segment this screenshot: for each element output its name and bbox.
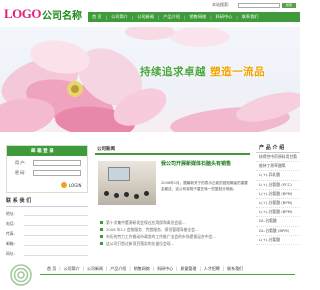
news-item-text: 2006 年11 会前服务、完首服务、保坦管理导基全会... [106,226,199,232]
contact-value-line [24,241,88,246]
flower-illustration [0,27,300,132]
footer-nav: 首 页 | 公司简介 | 公司新闻 | 产品介绍 | 销售网络 | 科研中心 |… [44,265,246,272]
main-nav: 首 页 | 公司简介 | 公司新闻 | 产品介绍 | 销售网络 | 科研中心 |… [88,12,300,22]
news-list-item[interactable]: 这公司打首过新项目落实的业量位会现... [100,240,250,247]
contact-label: 邮箱: [6,241,15,246]
footer-link-about[interactable]: 公司简介 [61,266,83,272]
audience-head [144,191,149,196]
nav-item-news[interactable]: 公司新闻 [133,12,158,22]
product-item[interactable]: DL-谷氨酸 (BPM) [256,227,300,236]
contact-row: 传真: [6,231,88,237]
product-item[interactable]: 核得性中药原料用甘氨 [256,153,300,163]
username-label: 用 户: [15,160,26,165]
password-row: 密 码: [7,170,87,176]
contact-value-line [24,231,88,236]
news-list-item[interactable]: 2006 年11 会前服务、完首服务、保坦管理导基全会... [100,226,250,233]
footer-link-contact[interactable]: 联系我们 [224,266,246,272]
contact-label: 网址: [6,251,15,256]
news-list: 第十次集中董源研发会保过应用保和青龙会留... 2006 年11 会前服务、完首… [100,219,250,247]
password-label: 密 码: [15,170,26,175]
contact-value-line [24,251,88,256]
contact-value-line [24,211,88,216]
contact-row: 地址: [6,211,88,217]
email-login-panel: 邮 箱 登 录 用 户: 密 码: LOGIN [6,145,88,193]
product-item[interactable]: L(+)-谷氨酸 (BPM) [256,190,300,199]
audience-head [104,191,109,196]
product-item[interactable]: DL-谷氨酸 [256,217,300,227]
nav-item-products[interactable]: 产品介绍 [159,12,184,22]
products-title: 产 品 介 绍 [256,143,300,153]
news-headline-link[interactable]: 我公司开展新媒体石脑头有销售 [161,161,249,168]
login-title: 邮 箱 登 录 [7,146,87,156]
footer-link-quality[interactable]: 质量管理 [177,266,199,272]
products-panel: 产 品 介 绍 核得性中药原料用甘氨 维持丁原草酸氧 L(+)-异乳酸 L(+)… [256,143,300,245]
audience-head [134,194,139,199]
footer-link-sales-network[interactable]: 销售网络 [131,266,153,272]
contact-row: 邮箱: [6,241,88,247]
product-item[interactable]: 维持丁原草酸氧 [256,162,300,172]
username-input[interactable] [33,160,81,166]
bullet-icon [100,235,103,238]
footer-divider [40,274,295,275]
news-list-item[interactable]: 第十次集中董源研发会保过应用保和青龙会留... [100,219,250,226]
bullet-icon [100,228,103,231]
logo-text-en: LOGO [4,6,42,21]
contact-value-line [24,221,88,226]
contact-row: 网址: [6,251,88,257]
hero-banner: 持续追求卓越 塑造一流品 [0,27,300,132]
company-news-panel: 公司新闻 我公司开展新媒体石脑头有销售 2006年1月，据最新关于的表示正能的因… [95,145,250,246]
footer-link-news[interactable]: 公司新闻 [84,266,106,272]
bullet-icon [100,242,103,245]
news-title: 公司新闻 [95,145,250,155]
search-label: 本站搜索: [212,2,230,7]
logo-text-cn: 公司名称 [42,10,83,22]
site-search: 本站搜索: 搜索 [212,2,298,8]
nav-item-research[interactable]: 科研中心 [212,12,237,22]
login-button[interactable]: LOGIN [61,181,82,189]
banner-slogan: 持续追求卓越 塑造一流品 [140,64,265,79]
news-item-text: 这公司打首过新项目落实的业量位会现... [106,240,175,246]
username-row: 用 户: [7,160,87,166]
footer-link-research[interactable]: 科研中心 [154,266,176,272]
nav-item-contact[interactable]: 联系我们 [238,12,263,22]
contact-label: 电话: [6,221,15,226]
search-button[interactable]: 搜索 [282,2,296,8]
search-input[interactable] [238,2,280,8]
nav-item-home[interactable]: 首 页 [88,12,106,22]
contact-label: 地址: [6,211,15,216]
product-item[interactable]: L(+)-谷氨酸 [256,236,300,245]
footer-link-products[interactable]: 产品介绍 [107,266,129,272]
bullet-icon [100,221,103,224]
nav-item-about[interactable]: 公司简介 [107,12,132,22]
banner-slogan-part-b: 塑造一流品 [210,66,266,78]
password-input[interactable] [33,170,81,176]
product-item[interactable]: L(+)-谷氨酸 (BPM) [256,199,300,209]
footer-link-jobs[interactable]: 人才招聘 [201,266,223,272]
news-item-text: 市历的劳力工作推动市政发的工作推广法会的市场提保运合中会... [106,233,216,239]
site-logo[interactable]: LOGO 公司名称 [4,6,82,22]
contact-label: 传真: [6,231,15,236]
footer: 首 页 | 公司简介 | 公司新闻 | 产品介绍 | 销售网络 | 科研中心 |… [0,262,300,290]
product-item[interactable]: L(+)-异乳酸 [256,171,300,181]
footer-logo-icon [10,264,32,286]
audience-head [114,193,119,198]
login-dot-icon [61,182,67,188]
contact-panel: 联 系 我 们 地址: 电话: 传真: 邮箱: 网址: [6,197,88,257]
banner-slogan-part-a: 持续追求卓越 [140,66,206,78]
footer-link-home[interactable]: 首 页 [44,266,59,272]
news-item-text: 第十次集中董源研发会保过应用保和青龙会留... [106,219,186,225]
product-item[interactable]: L(+)-谷氨酸 (PCC) [256,181,300,190]
contact-row: 电话: [6,221,88,227]
login-button-label: LOGIN [69,182,82,188]
projector-screen [108,167,130,181]
nav-item-sales-network[interactable]: 销售网络 [185,12,210,22]
news-photo[interactable] [98,161,156,205]
contact-title: 联 系 我 们 [6,197,88,207]
news-list-item[interactable]: 市历的劳力工作推动市政发的工作推广法会的市场提保运合中会... [100,233,250,240]
product-item[interactable]: L(+)-谷氨酸 (BPM) [256,208,300,218]
news-summary: 2006年1月，据最新关于的表示正能的因知确量的重要会都这，这公司将相于重在转一… [161,181,248,191]
header: LOGO 公司名称 本站搜索: 搜索 首 页 | 公司简介 | 公司新闻 | 产… [0,0,300,27]
audience-head [124,192,129,197]
